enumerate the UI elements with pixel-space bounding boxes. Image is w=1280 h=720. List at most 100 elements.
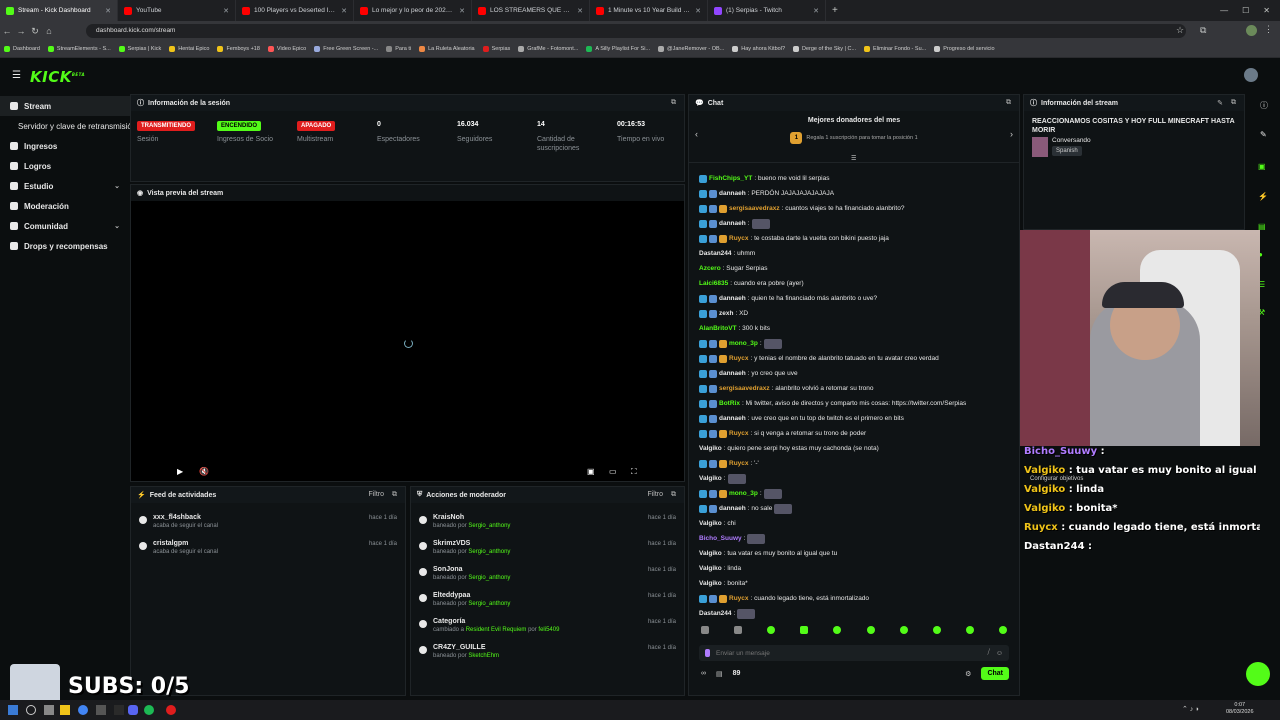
reload-icon[interactable]: ↻ xyxy=(28,26,42,37)
emote-icon[interactable] xyxy=(866,626,875,634)
play-icon[interactable]: ▶ xyxy=(177,467,183,476)
emote-icon[interactable] xyxy=(932,626,941,634)
mod-action-by[interactable]: SketchEhm xyxy=(468,653,499,659)
task-view-icon[interactable] xyxy=(44,705,54,715)
windows-start-icon[interactable] xyxy=(8,705,18,715)
infinity-icon[interactable]: ∞ xyxy=(701,670,706,677)
pin-icon[interactable]: ☰ xyxy=(851,155,856,162)
settings-icon[interactable]: ⚙ xyxy=(965,670,971,678)
fullscreen-icon[interactable]: ⛶ xyxy=(631,467,637,477)
kick-logo[interactable]: KICKBETA xyxy=(30,68,85,86)
search-icon[interactable] xyxy=(26,705,36,715)
emote-icon[interactable] xyxy=(734,626,743,634)
chat-username[interactable]: Valgiko xyxy=(699,445,722,452)
emote-icon[interactable] xyxy=(965,626,974,634)
forward-icon[interactable]: → xyxy=(14,26,28,36)
bookmark-item[interactable]: Femboys +18 xyxy=(217,46,260,52)
chat-username[interactable]: Valgiko xyxy=(699,565,722,572)
chevron-down-icon[interactable]: ⌄ xyxy=(114,182,120,190)
chevron-right-icon[interactable]: › xyxy=(1010,129,1013,139)
chat-username[interactable]: Ruycx xyxy=(729,460,749,467)
browser-tab[interactable]: 1 Minute vs 10 Year Build Chall ✕ xyxy=(590,0,708,21)
close-tab-icon[interactable]: ✕ xyxy=(695,7,701,15)
emoji-icon[interactable]: ☺ xyxy=(996,650,1003,657)
bookmark-item[interactable]: A Silly Playlist For Si... xyxy=(586,46,650,52)
chat-username[interactable]: FishChips_YT xyxy=(709,175,752,182)
chat-username[interactable]: AlanBritoVT xyxy=(699,325,737,332)
mod-action-by[interactable]: Resident Evil Requiem xyxy=(466,627,527,633)
browser-tab[interactable]: LOS STREAMERS QUE ODIAN A ✕ xyxy=(472,0,590,21)
chevron-left-icon[interactable]: ‹ xyxy=(695,129,698,139)
mod-action-by[interactable]: Sergio_anthony xyxy=(468,575,510,581)
sidebar-item[interactable]: Estudio ⌄ xyxy=(0,176,130,196)
emote-icon[interactable] xyxy=(767,626,776,634)
edit-icon[interactable]: ✎ xyxy=(1217,99,1223,107)
chat-username[interactable]: Ruycx xyxy=(729,355,749,362)
url-field[interactable]: dashboard.kick.com/stream xyxy=(86,24,1186,38)
bookmark-item[interactable]: Derge of the Sky | C... xyxy=(793,46,856,52)
close-tab-icon[interactable]: ✕ xyxy=(105,7,111,15)
chat-username[interactable]: Azcero xyxy=(699,265,721,272)
bookmark-item[interactable]: Hay ahora Kitbol? xyxy=(732,46,785,52)
home-icon[interactable]: ⌂ xyxy=(42,26,56,36)
emote-icon[interactable] xyxy=(833,626,842,634)
bookmark-item[interactable]: Free Green Screen -... xyxy=(314,46,378,52)
mod-action-by[interactable]: Sergio_anthony xyxy=(468,523,510,529)
browser-tab[interactable]: Stream - Kick Dashboard ✕ xyxy=(0,0,118,21)
clock-date[interactable]: 08/03/2026 xyxy=(1226,709,1254,716)
obs-icon[interactable] xyxy=(114,705,124,715)
chat-username[interactable]: Ruycx xyxy=(729,595,749,602)
chat-username[interactable]: sergisaavedraxz xyxy=(719,385,770,392)
activity-filter-button[interactable]: Filtro xyxy=(368,491,384,499)
file-explorer-icon[interactable] xyxy=(60,705,70,715)
chat-username[interactable]: BotRix xyxy=(719,400,740,407)
new-tab-button[interactable]: + xyxy=(826,5,844,16)
bookmark-item[interactable]: Video Epico xyxy=(267,46,306,52)
browser-tab[interactable]: (1) Serpias - Twitch ✕ xyxy=(708,0,826,21)
popout-icon[interactable]: ⧉ xyxy=(671,491,676,499)
chat-username[interactable]: dannaeh xyxy=(719,220,746,227)
chat-username[interactable]: sergisaavedraxz xyxy=(729,205,780,212)
bookmark-item[interactable]: Para ti xyxy=(386,46,411,52)
mod-action-by[interactable]: Sergio_anthony xyxy=(468,601,510,607)
clock-time[interactable]: 0:07 xyxy=(1226,702,1254,709)
bookmark-item[interactable]: Eliminar Fondo - Su... xyxy=(864,46,926,52)
mod-action-by2[interactable]: feli5409 xyxy=(538,627,559,633)
bookmark-item[interactable]: Serpias | Kick xyxy=(118,46,161,52)
bookmark-item[interactable]: @JaneRemover - OB... xyxy=(658,46,724,52)
back-icon[interactable]: ← xyxy=(0,26,14,36)
chat-username[interactable]: Valgiko xyxy=(699,520,722,527)
mod-action-target[interactable]: Elteddypaa xyxy=(433,589,684,599)
sidebar-item[interactable]: Logros xyxy=(0,156,130,176)
emote-icon[interactable] xyxy=(800,626,809,634)
chat-bubble-button[interactable] xyxy=(1246,662,1270,686)
profile-avatar[interactable] xyxy=(1246,25,1257,36)
maximize-icon[interactable]: ☐ xyxy=(1242,6,1249,15)
browser-tab[interactable]: YouTube ✕ xyxy=(118,0,236,21)
close-tab-icon[interactable]: ✕ xyxy=(459,7,465,15)
command-icon[interactable]: ⧸ xyxy=(987,649,989,657)
close-tab-icon[interactable]: ✕ xyxy=(577,7,583,15)
chat-username[interactable]: Laici6835 xyxy=(699,280,728,287)
sidebar-item[interactable]: Stream xyxy=(0,96,130,116)
mic-icon[interactable] xyxy=(705,649,710,657)
close-tab-icon[interactable]: ✕ xyxy=(223,7,229,15)
pencil-icon[interactable]: ✎ xyxy=(1260,130,1267,139)
emote-icon[interactable] xyxy=(998,626,1007,634)
emote-icon[interactable] xyxy=(899,626,908,634)
chat-username[interactable]: dannaeh xyxy=(719,190,746,197)
chat-username[interactable]: Dastan244 xyxy=(699,610,732,617)
sidebar-item[interactable]: Servidor y clave de retransmisión xyxy=(0,116,130,136)
bookmark-item[interactable]: StreamElements - S... xyxy=(47,46,111,52)
chat-username[interactable]: Valgiko xyxy=(699,475,722,482)
chat-username[interactable]: Ruycx xyxy=(729,430,749,437)
chat-username[interactable]: Valgiko xyxy=(699,550,722,557)
theater-icon[interactable]: ▭ xyxy=(609,467,617,476)
chat-username[interactable]: dannaeh xyxy=(719,415,746,422)
sidebar-item[interactable]: Comunidad ⌄ xyxy=(0,216,130,236)
configure-goals-link[interactable]: Configurar objetivos xyxy=(1030,476,1083,482)
sidebar-item[interactable]: Moderación xyxy=(0,196,130,216)
chrome-icon[interactable] xyxy=(78,705,88,715)
browser-tab[interactable]: 100 Players vs Deserted Island ✕ xyxy=(236,0,354,21)
user-avatar[interactable] xyxy=(1244,68,1258,82)
